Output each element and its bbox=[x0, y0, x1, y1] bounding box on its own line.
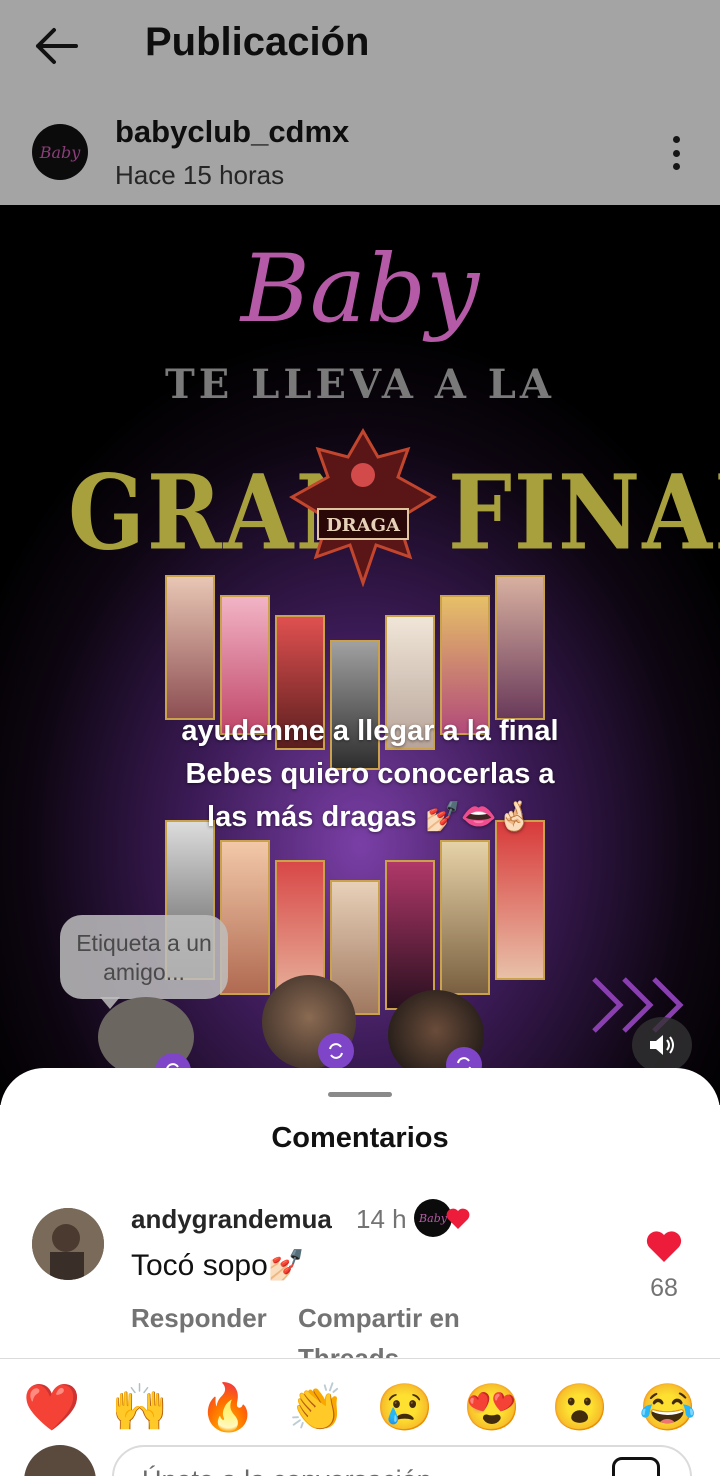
arrow-left-icon bbox=[36, 28, 78, 64]
heart-eyes-emoji-icon[interactable]: 😍 bbox=[462, 1377, 522, 1437]
promo-line: TE LLEVA A LA bbox=[165, 361, 555, 408]
author-avatar-logo: Baby bbox=[39, 142, 81, 162]
repost-badge bbox=[318, 1033, 354, 1069]
back-button[interactable] bbox=[28, 22, 84, 70]
emblem-text: DRAGA bbox=[326, 515, 401, 536]
repost-icon bbox=[329, 1043, 343, 1059]
creator-liked-logo: Baby bbox=[419, 1211, 447, 1225]
sheet-drag-handle[interactable] bbox=[328, 1092, 392, 1097]
more-vertical-icon bbox=[672, 136, 680, 143]
post-caption-overlay: ayudenme a llegar a la final Bebes quier… bbox=[181, 715, 559, 833]
surprised-emoji-icon[interactable]: 😮 bbox=[550, 1377, 610, 1437]
collage-tile bbox=[495, 820, 545, 980]
audio-toggle-button[interactable] bbox=[632, 1017, 692, 1073]
quick-reactions-bar: ❤️ 🙌 🔥 👏 😢 😍 😮 😂 Únete a la conversación… bbox=[0, 1358, 720, 1476]
heart-emoji-icon[interactable]: ❤️ bbox=[22, 1377, 82, 1437]
crying-emoji-icon[interactable]: 😢 bbox=[375, 1377, 435, 1437]
collage-tile bbox=[495, 575, 545, 720]
comment-input[interactable]: Únete a la conversación... bbox=[112, 1445, 692, 1476]
comment-timestamp: 14 h bbox=[356, 1204, 407, 1234]
tag-friend-bubble[interactable]: Etiqueta a un amigo... bbox=[60, 915, 228, 1009]
sticker-icon[interactable] bbox=[612, 1457, 660, 1476]
collage-tile bbox=[165, 575, 215, 720]
collage-tile bbox=[385, 860, 435, 1010]
commenter-username[interactable]: andygrandemua bbox=[131, 1204, 332, 1235]
raising-hands-emoji-icon[interactable]: 🙌 bbox=[110, 1377, 170, 1437]
heart-icon[interactable] bbox=[646, 1230, 682, 1264]
more-options-button[interactable] bbox=[660, 130, 692, 176]
clapping-emoji-icon[interactable]: 👏 bbox=[287, 1377, 347, 1437]
post-header: Publicación Baby babyclub_cdmx Hace 15 h… bbox=[0, 0, 720, 205]
commenter-photo bbox=[32, 1208, 104, 1280]
post-timestamp: Hace 15 horas bbox=[115, 160, 285, 190]
comment-text: Tocó sopo💅🏻 bbox=[131, 1249, 306, 1282]
creator-heart-icon bbox=[446, 1208, 470, 1229]
author-avatar[interactable]: Baby bbox=[32, 124, 88, 180]
brand-script: Baby bbox=[240, 235, 480, 344]
comment-like-count: 68 bbox=[650, 1274, 678, 1302]
fire-emoji-icon[interactable]: 🔥 bbox=[198, 1377, 258, 1437]
laughing-emoji-icon[interactable]: 😂 bbox=[638, 1377, 698, 1437]
promo-final: FINAL bbox=[448, 452, 720, 574]
page-title: Publicación bbox=[145, 20, 370, 64]
commenter-avatar[interactable] bbox=[32, 1208, 104, 1280]
speaker-icon bbox=[650, 1035, 674, 1055]
collage-tile bbox=[440, 840, 490, 995]
current-user-avatar[interactable] bbox=[24, 1445, 96, 1476]
reply-button[interactable]: Responder bbox=[131, 1298, 271, 1338]
author-username[interactable]: babyclub_cdmx bbox=[115, 114, 349, 150]
sheet-title: Comentarios bbox=[271, 1122, 449, 1154]
draga-emblem-logo: DRAGA bbox=[289, 427, 437, 587]
post-image[interactable]: Baby TE LLEVA A LA GRAN FINAL DRAGA ayud… bbox=[0, 205, 720, 1105]
